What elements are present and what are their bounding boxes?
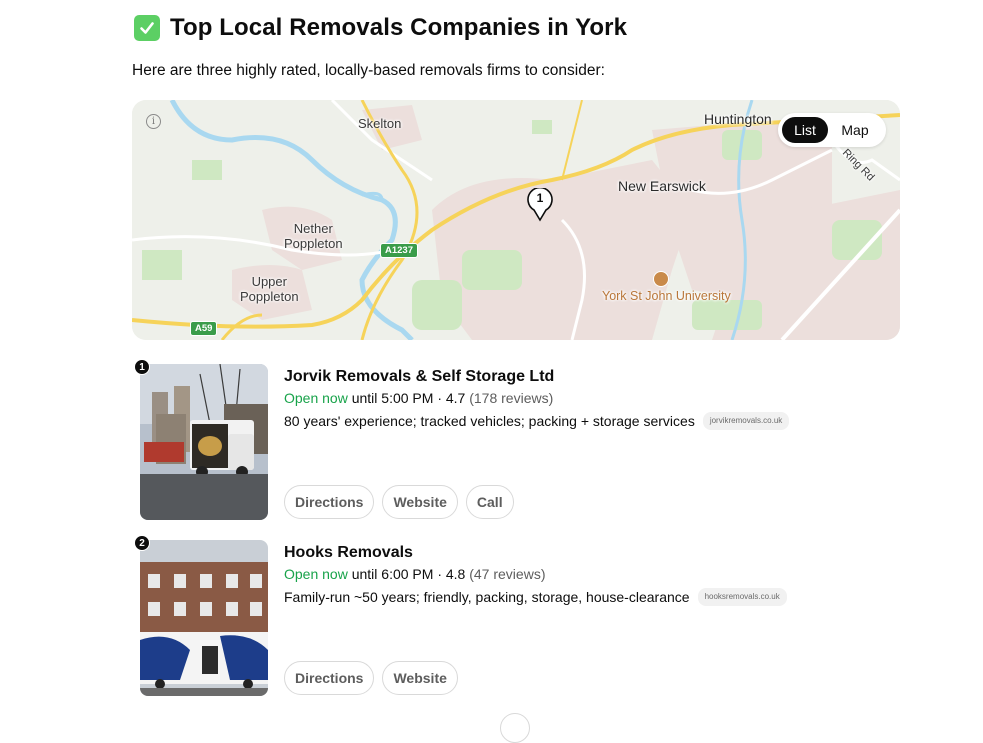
listing-number-badge: 2 <box>134 535 150 551</box>
review-count: (178 reviews) <box>469 390 554 406</box>
map-label-new-earswick: New Earswick <box>618 178 706 194</box>
listing-meta: Open now until 5:00 PM · 4.7 (178 review… <box>284 390 553 406</box>
map-pin-1[interactable]: 1 <box>526 188 554 222</box>
listing-actions: Directions Website <box>284 661 458 695</box>
listing-name[interactable]: Hooks Removals <box>284 544 413 562</box>
listing-description: Family-run ~50 years; friendly, packing,… <box>284 589 690 605</box>
university-icon <box>653 271 669 287</box>
listing-name[interactable]: Jorvik Removals & Self Storage Ltd <box>284 368 554 386</box>
listing-number-badge: 1 <box>134 359 150 375</box>
map-label-upper-poppleton: Upper Poppleton <box>240 274 299 304</box>
section-title: Top Local Removals Companies in York <box>170 14 628 41</box>
hours-rating: until 6:00 PM · 4.8 <box>347 566 470 582</box>
list-view-button[interactable]: List <box>782 117 828 143</box>
map-label-huntington: Huntington <box>704 111 772 127</box>
open-status: Open now <box>284 566 348 582</box>
listing-actions: Directions Website Call <box>284 485 514 519</box>
map-view-button[interactable]: Map <box>828 117 882 143</box>
map-label-nether-poppleton: Nether Poppleton <box>284 221 343 251</box>
road-shield-a59: A59 <box>190 321 218 336</box>
website-button[interactable]: Website <box>382 661 458 695</box>
map-info-icon[interactable]: i <box>146 114 161 129</box>
map-label-york-st-john: York St John University <box>602 289 731 303</box>
listing-photo[interactable] <box>140 540 268 696</box>
intro-text: Here are three highly rated, locally-bas… <box>132 62 605 79</box>
white-check-mark-icon <box>134 15 160 41</box>
listing-description-row: Family-run ~50 years; friendly, packing,… <box>284 588 787 606</box>
open-status: Open now <box>284 390 348 406</box>
map-pin-number: 1 <box>536 191 544 205</box>
section-heading: Top Local Removals Companies in York <box>134 14 627 42</box>
website-button[interactable]: Website <box>382 485 458 519</box>
map-label-skelton: Skelton <box>358 116 402 131</box>
road-shield-a1237: A1237 <box>380 243 418 258</box>
results-map[interactable]: i Skelton Huntington New Earswick Nether… <box>132 100 900 340</box>
source-chip[interactable]: hooksremovals.co.uk <box>697 588 787 606</box>
scroll-down-button[interactable] <box>500 713 530 743</box>
review-count: (47 reviews) <box>469 566 546 582</box>
source-chip[interactable]: jorvikremovals.co.uk <box>702 412 790 430</box>
hours-rating: until 5:00 PM · 4.7 <box>347 390 470 406</box>
directions-button[interactable]: Directions <box>284 661 375 695</box>
directions-button[interactable]: Directions <box>284 485 375 519</box>
listing-photo[interactable] <box>140 364 268 520</box>
call-button[interactable]: Call <box>465 485 514 519</box>
listing-meta: Open now until 6:00 PM · 4.8 (47 reviews… <box>284 566 545 582</box>
listing-description: 80 years' experience; tracked vehicles; … <box>284 413 695 429</box>
listing-description-row: 80 years' experience; tracked vehicles; … <box>284 412 790 430</box>
view-toggle[interactable]: List Map <box>778 113 886 147</box>
